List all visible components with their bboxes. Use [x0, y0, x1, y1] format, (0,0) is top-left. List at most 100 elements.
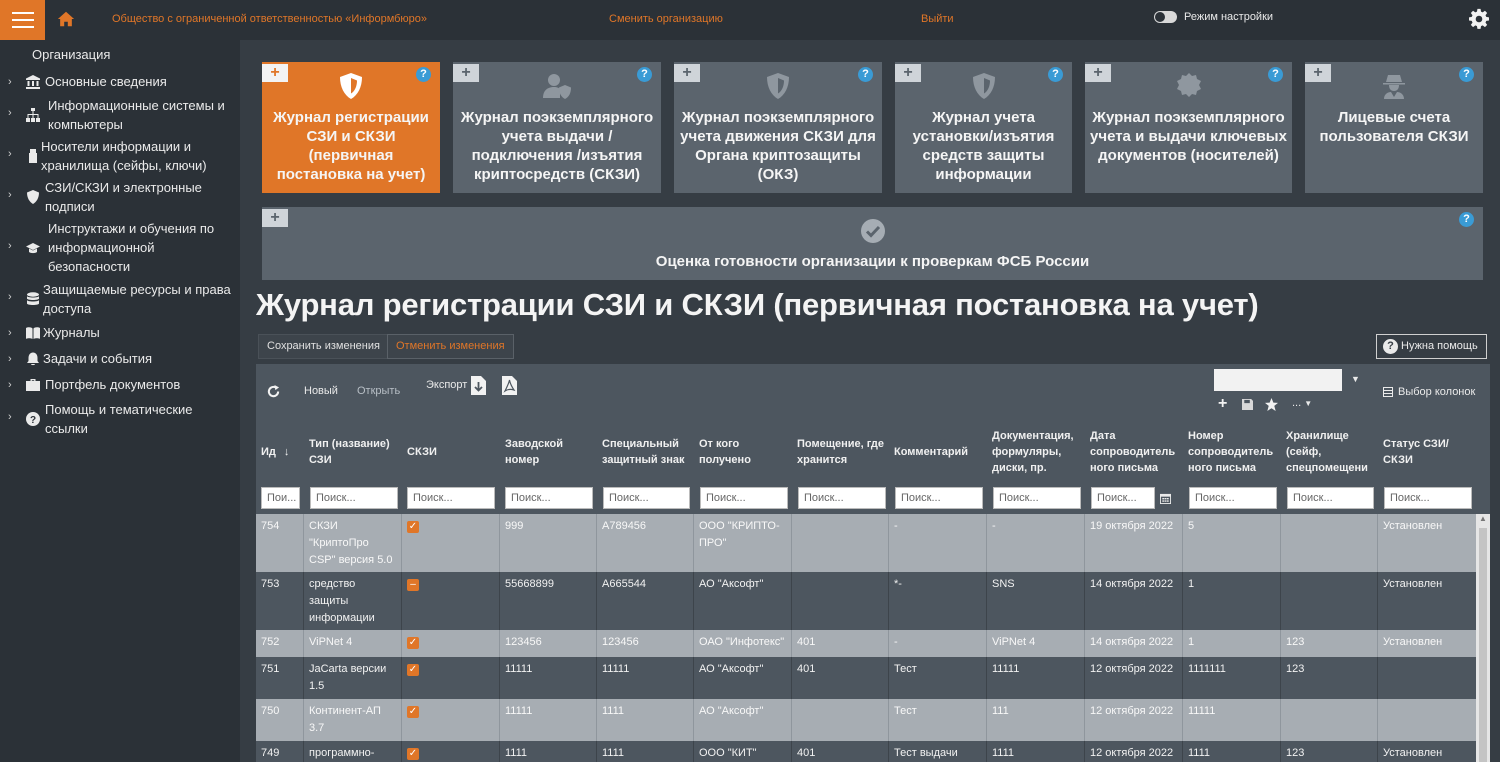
filter-input-room[interactable]: Поиск...	[798, 487, 886, 509]
column-header-comment[interactable]: Комментарий	[889, 422, 987, 482]
need-help-button[interactable]: ? Нужна помощь	[1376, 334, 1487, 359]
export-label[interactable]: Экспорт	[426, 379, 467, 391]
filter-input-mark[interactable]: Поиск...	[603, 487, 690, 509]
column-header-docs[interactable]: Документация, формуляры, диски, пр.	[987, 422, 1085, 482]
help-question-icon[interactable]: ?	[637, 67, 652, 82]
hamburger-icon	[11, 12, 34, 14]
sidebar-item-main-info[interactable]: › Основные сведения	[0, 72, 240, 91]
sidebar-item-media-storage[interactable]: › Носители информации и хранилища (сейфы…	[0, 137, 240, 175]
help-question-icon[interactable]: ?	[1459, 212, 1474, 227]
org-name-link[interactable]: Общество с ограниченной ответственностью…	[112, 13, 427, 25]
plus-icon[interactable]: +	[453, 64, 479, 82]
table-row[interactable]: 750 Континент-АП 3.7 ✓ 11111 1111 АО "Ак…	[256, 699, 1476, 741]
column-header-id[interactable]: Ид ↓	[256, 422, 304, 482]
table-row[interactable]: 752 ViPNet 4 ✓ 123456 123456 ОАО "Инфоте…	[256, 630, 1476, 657]
grid-search-input[interactable]	[1214, 369, 1342, 391]
checkbox-checked-icon[interactable]: ✓	[407, 664, 419, 676]
download-file-icon[interactable]	[471, 376, 486, 395]
sidebar-item-resources[interactable]: › Защищаемые ресурсы и права доступа	[0, 280, 240, 318]
sidebar-item-tasks[interactable]: › Задачи и события	[0, 349, 240, 368]
checkbox-indeterminate-icon[interactable]: –	[407, 579, 419, 591]
plus-icon[interactable]: +	[1085, 64, 1111, 82]
star-icon[interactable]	[1265, 398, 1278, 411]
column-header-status[interactable]: Статус СЗИ/ СКЗИ	[1378, 422, 1476, 482]
sidebar-item-szi-skzi[interactable]: › СЗИ/СКЗИ и электронные подписи	[0, 178, 240, 216]
column-header-mark[interactable]: Специальный защитный знак	[597, 422, 694, 482]
new-record-button[interactable]: Новый	[304, 385, 338, 397]
filter-input-comment[interactable]: Поиск...	[895, 487, 983, 509]
plus-icon[interactable]: +	[262, 209, 288, 227]
tile-key-documents[interactable]: + ? Журнал поэкземплярного учета и выдач…	[1085, 62, 1292, 193]
settings-mode-toggle[interactable]: Режим настройки	[1154, 11, 1273, 23]
sidebar-item-journals[interactable]: › Журналы	[0, 323, 240, 342]
grid-scrollbar[interactable]: ▲	[1476, 514, 1490, 762]
sidebar-item-portfolio[interactable]: › Портфель документов	[0, 375, 240, 394]
tile-installation-journal[interactable]: + ? Журнал учета установки/изъятия средс…	[895, 62, 1072, 193]
filter-input-type[interactable]: Поиск...	[310, 487, 398, 509]
save-changes-button[interactable]: Сохранить изменения	[258, 334, 389, 359]
cancel-changes-button[interactable]: Отменить изменения	[387, 334, 514, 359]
refresh-icon[interactable]	[267, 385, 280, 398]
sort-down-icon[interactable]: ↓	[284, 444, 290, 460]
plus-icon[interactable]: +	[674, 64, 700, 82]
columns-icon[interactable]	[1383, 387, 1393, 397]
help-question-icon[interactable]: ?	[1459, 67, 1474, 82]
filter-input-serial[interactable]: Поиск...	[505, 487, 593, 509]
help-question-icon[interactable]: ?	[1268, 67, 1283, 82]
scroll-up-icon[interactable]: ▲	[1479, 514, 1487, 523]
menu-toggle-button[interactable]	[0, 0, 45, 40]
plus-icon[interactable]: +	[1305, 64, 1331, 82]
table-row[interactable]: 753 средство защиты информации Secret Ne…	[256, 572, 1476, 630]
tile-personal-accounts[interactable]: + ? Лицевые счета пользователя СКЗИ	[1305, 62, 1483, 193]
caret-down-icon[interactable]: ▼	[1351, 374, 1360, 384]
help-question-icon[interactable]: ?	[1048, 67, 1063, 82]
column-header-serial[interactable]: Заводской номер	[500, 422, 598, 482]
more-options-button[interactable]: ... ▼	[1292, 397, 1312, 409]
change-org-link[interactable]: Сменить организацию	[609, 13, 723, 25]
home-icon[interactable]	[57, 10, 75, 28]
filter-input-docs[interactable]: Поиск...	[993, 487, 1081, 509]
scroll-thumb[interactable]	[1479, 528, 1487, 762]
save-icon[interactable]	[1242, 399, 1253, 410]
column-header-storage[interactable]: Хранилище (сейф, спецпомещени	[1281, 422, 1379, 482]
column-header-letter-date[interactable]: Дата сопроводитель ного письма	[1085, 422, 1183, 482]
plus-icon[interactable]: +	[262, 64, 288, 82]
pdf-file-icon[interactable]	[502, 376, 517, 395]
filter-input-letter-number[interactable]: Поиск...	[1189, 487, 1277, 509]
checkbox-checked-icon[interactable]: ✓	[407, 521, 419, 533]
filter-input-skzi[interactable]: Поиск...	[407, 487, 495, 509]
column-header-type[interactable]: Тип (название) СЗИ	[304, 422, 402, 482]
plus-icon[interactable]: +	[895, 64, 921, 82]
tile-skzi-movement[interactable]: + ? Журнал поэкземплярного учета движени…	[674, 62, 882, 193]
table-row[interactable]: 749 программно- ✓ 1111 1111 ООО "КИТ" 40…	[256, 741, 1476, 762]
sidebar-item-trainings[interactable]: › Инструктажи и обучения по информационн…	[0, 219, 240, 276]
column-header-skzi[interactable]: СКЗИ	[402, 422, 500, 482]
tile-szi-registration[interactable]: + ? Журнал регистрации СЗИ и СКЗИ (перви…	[262, 62, 440, 193]
toggle-switch[interactable]	[1154, 11, 1177, 23]
help-question-icon[interactable]: ?	[858, 67, 873, 82]
column-chooser-button[interactable]: Выбор колонок	[1398, 386, 1475, 398]
sidebar-item-help[interactable]: › ? Помощь и тематические ссылки	[0, 400, 240, 438]
filter-input-from[interactable]: Поиск...	[700, 487, 788, 509]
open-record-button[interactable]: Открыть	[357, 385, 400, 397]
calendar-icon[interactable]	[1160, 493, 1171, 504]
filter-input-status[interactable]: Поиск...	[1384, 487, 1472, 509]
gear-icon[interactable]	[1468, 8, 1490, 30]
checkbox-checked-icon[interactable]: ✓	[407, 748, 419, 760]
filter-input-id[interactable]: Пои...	[261, 487, 300, 509]
filter-input-letter-date[interactable]: Поиск...	[1091, 487, 1155, 509]
filter-input-storage[interactable]: Поиск...	[1287, 487, 1374, 509]
logout-link[interactable]: Выйти	[921, 13, 954, 25]
help-question-icon[interactable]: ?	[416, 67, 431, 82]
table-row[interactable]: 754 СКЗИ "КриптоПро CSP" версия 5.0 ✓ 99…	[256, 514, 1476, 572]
column-header-letter-number[interactable]: Номер сопроводитель ного письма	[1183, 422, 1281, 482]
sidebar-item-info-systems[interactable]: › Информационные системы и компьютеры	[0, 96, 240, 134]
add-icon[interactable]: +	[1218, 395, 1227, 413]
column-header-room[interactable]: Помещение, где хранится	[792, 422, 890, 482]
tile-fsb-readiness[interactable]: + ? Оценка готовности организации к пров…	[262, 207, 1483, 280]
column-header-from[interactable]: От кого получено	[694, 422, 792, 482]
checkbox-checked-icon[interactable]: ✓	[407, 706, 419, 718]
table-row[interactable]: 751 JaCarta версии 1.5 ✓ 11111 11111 АО …	[256, 657, 1476, 699]
checkbox-checked-icon[interactable]: ✓	[407, 637, 419, 649]
tile-skzi-issue[interactable]: + ? Журнал поэкземплярного учета выдачи …	[453, 62, 661, 193]
